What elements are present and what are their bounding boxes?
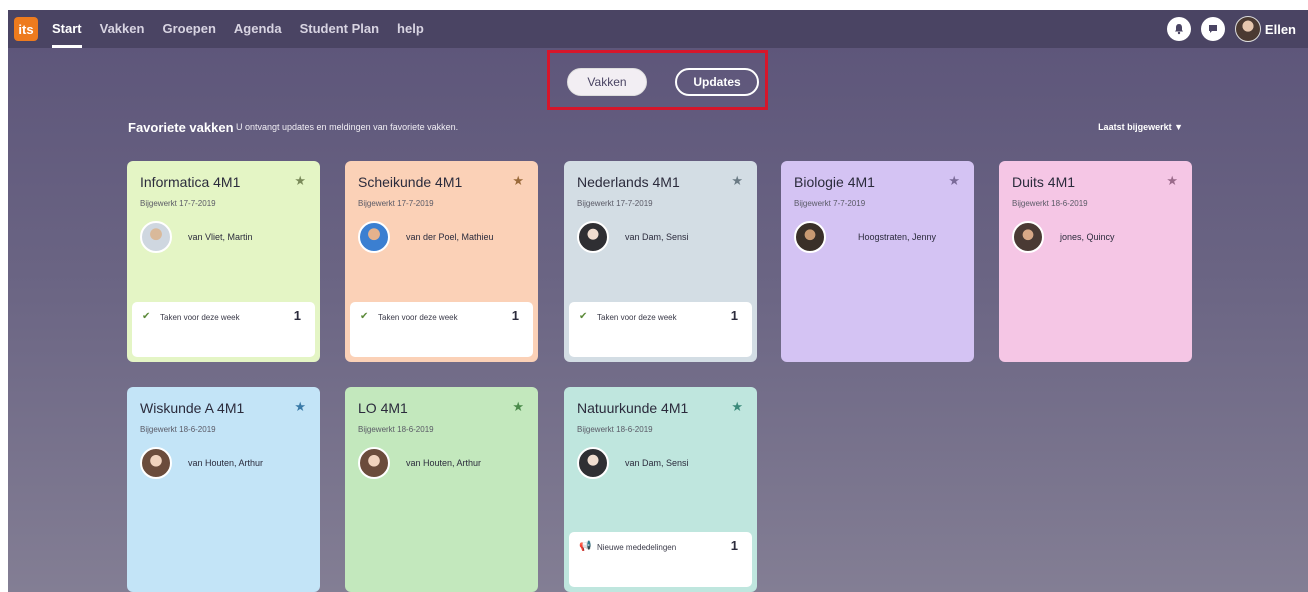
task-count: 1 bbox=[730, 538, 738, 553]
course-title[interactable]: Nederlands 4M1 bbox=[577, 174, 680, 190]
teacher-avatar bbox=[140, 221, 172, 253]
task-label: Nieuwe mededelingen bbox=[597, 543, 677, 552]
course-title[interactable]: Natuurkunde 4M1 bbox=[577, 400, 688, 416]
course-card[interactable]: Wiskunde A 4M1 ★ Bijgewerkt 18-6-2019 van H… bbox=[127, 387, 320, 592]
favorite-star-icon[interactable]: ★ bbox=[294, 173, 306, 189]
sort-dropdown[interactable]: Laatst bijgewerkt ▼ bbox=[1098, 122, 1183, 132]
teacher-name: van Vliet, Martin bbox=[188, 232, 253, 242]
task-panel[interactable]: 📢 Nieuwe mededelingen 1 bbox=[569, 532, 752, 587]
task-panel[interactable]: ✔ Taken voor deze week 1 bbox=[132, 302, 315, 357]
course-title[interactable]: Duits 4M1 bbox=[1012, 174, 1075, 190]
favorite-star-icon[interactable]: ★ bbox=[731, 399, 743, 415]
check-icon: ✔ bbox=[579, 311, 588, 322]
notifications-button[interactable] bbox=[1166, 17, 1191, 41]
teacher-name: van Houten, Arthur bbox=[406, 458, 482, 468]
favorite-star-icon[interactable]: ★ bbox=[1166, 173, 1178, 189]
task-panel[interactable]: ✔ Taken voor deze week 1 bbox=[569, 302, 752, 357]
course-card[interactable]: Nederlands 4M1 ★ Bijgewerkt 17-7-2019 van D… bbox=[564, 161, 757, 362]
messages-button[interactable] bbox=[1200, 17, 1225, 41]
favorite-star-icon[interactable]: ★ bbox=[294, 399, 306, 415]
course-card[interactable]: Duits 4M1 ★ Bijgewerkt 18-6-2019 jones, Qui… bbox=[999, 161, 1192, 362]
task-label: Taken voor deze week bbox=[378, 313, 458, 322]
updates-toggle-button[interactable]: Updates bbox=[675, 68, 759, 96]
course-updated-date: Bijgewerkt 18-6-2019 bbox=[1012, 199, 1088, 208]
task-label: Taken voor deze week bbox=[597, 313, 677, 322]
favorite-star-icon[interactable]: ★ bbox=[731, 173, 743, 189]
teacher-avatar bbox=[358, 447, 390, 479]
app-window: its Start Vakken Groepen Agenda Student … bbox=[8, 10, 1308, 592]
view-toggle-highlight: Vakken Updates bbox=[547, 50, 768, 110]
top-navigation: its Start Vakken Groepen Agenda Student … bbox=[8, 10, 1308, 48]
teacher-avatar bbox=[358, 221, 390, 253]
course-card[interactable]: Scheikunde 4M1 ★ Bijgewerkt 17-7-2019 van d… bbox=[345, 161, 538, 362]
course-title[interactable]: Scheikunde 4M1 bbox=[358, 174, 462, 190]
task-count: 1 bbox=[511, 308, 519, 323]
nav-agenda[interactable]: Agenda bbox=[234, 10, 282, 48]
task-label: Taken voor deze week bbox=[160, 313, 240, 322]
teacher-avatar bbox=[577, 221, 609, 253]
teacher-name: Hoogstraten, Jenny bbox=[858, 232, 937, 242]
teacher-avatar bbox=[1012, 221, 1044, 253]
nav-groepen[interactable]: Groepen bbox=[162, 10, 215, 48]
teacher-name: van Dam, Sensi bbox=[625, 458, 689, 468]
nav-help[interactable]: help bbox=[397, 10, 424, 48]
course-title[interactable]: Informatica 4M1 bbox=[140, 174, 240, 190]
course-title[interactable]: LO 4M1 bbox=[358, 400, 408, 416]
vakken-toggle-button[interactable]: Vakken bbox=[567, 68, 647, 96]
teacher-avatar bbox=[140, 447, 172, 479]
section-subtitle: U ontvangt updates en meldingen van favo… bbox=[236, 122, 459, 132]
teacher-name: van der Poel, Mathieu bbox=[406, 232, 494, 242]
course-updated-date: Bijgewerkt 17-7-2019 bbox=[140, 199, 216, 208]
teacher-name: van Dam, Sensi bbox=[625, 232, 689, 242]
nav-student-plan[interactable]: Student Plan bbox=[300, 10, 379, 48]
chat-bubble-icon bbox=[1208, 25, 1217, 33]
bell-icon bbox=[1174, 24, 1183, 35]
favorite-star-icon[interactable]: ★ bbox=[512, 399, 524, 415]
user-avatar[interactable] bbox=[1234, 16, 1261, 42]
check-icon: ✔ bbox=[142, 311, 151, 322]
task-panel[interactable]: ✔ Taken voor deze week 1 bbox=[350, 302, 533, 357]
course-title[interactable]: Wiskunde A 4M1 bbox=[140, 400, 244, 416]
course-card[interactable]: Natuurkunde 4M1 ★ Bijgewerkt 18-6-2019 van … bbox=[564, 387, 757, 592]
course-updated-date: Bijgewerkt 17-7-2019 bbox=[577, 199, 653, 208]
nav-vakken[interactable]: Vakken bbox=[100, 10, 145, 48]
section-title: Favoriete vakken bbox=[128, 120, 234, 135]
course-updated-date: Bijgewerkt 7-7-2019 bbox=[794, 199, 866, 208]
favorite-star-icon[interactable]: ★ bbox=[948, 173, 960, 189]
teacher-name: jones, Quincy bbox=[1060, 232, 1115, 242]
nav-start[interactable]: Start bbox=[52, 10, 82, 48]
teacher-name: van Houten, Arthur bbox=[188, 458, 264, 468]
course-updated-date: Bijgewerkt 17-7-2019 bbox=[358, 199, 434, 208]
course-card[interactable]: LO 4M1 ★ Bijgewerkt 18-6-2019 van Houten, A… bbox=[345, 387, 538, 592]
favorite-star-icon[interactable]: ★ bbox=[512, 173, 524, 189]
task-count: 1 bbox=[293, 308, 301, 323]
megaphone-icon: 📢 bbox=[579, 541, 592, 552]
teacher-avatar bbox=[577, 447, 609, 479]
course-updated-date: Bijgewerkt 18-6-2019 bbox=[140, 425, 216, 434]
task-count: 1 bbox=[730, 308, 738, 323]
course-card[interactable]: Biologie 4M1 ★ Bijgewerkt 7-7-2019 Hoogstra… bbox=[781, 161, 974, 362]
its-logo[interactable]: its bbox=[14, 17, 38, 41]
course-title[interactable]: Biologie 4M1 bbox=[794, 174, 875, 190]
course-updated-date: Bijgewerkt 18-6-2019 bbox=[577, 425, 653, 434]
user-area: Ellen bbox=[1157, 10, 1296, 48]
course-updated-date: Bijgewerkt 18-6-2019 bbox=[358, 425, 434, 434]
check-icon: ✔ bbox=[360, 311, 369, 322]
teacher-avatar bbox=[794, 221, 826, 253]
user-name[interactable]: Ellen bbox=[1265, 22, 1296, 37]
course-card[interactable]: Informatica 4M1 ★ Bijgewerkt 17-7-2019 van … bbox=[127, 161, 320, 362]
